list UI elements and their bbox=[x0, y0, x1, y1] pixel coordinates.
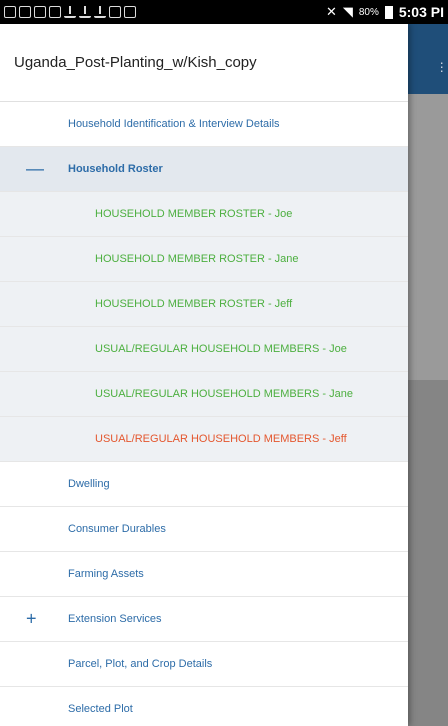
screen-mirror-icon bbox=[4, 6, 16, 18]
section-label: USUAL/REGULAR HOUSEHOLD MEMBERS - Joe bbox=[95, 343, 347, 355]
battery-icon bbox=[384, 5, 393, 19]
section-label: HOUSEHOLD MEMBER ROSTER - Jeff bbox=[95, 298, 293, 310]
wifi-call-icon bbox=[19, 6, 31, 18]
app-notification-icon bbox=[124, 6, 136, 18]
overflow-menu-icon[interactable]: · · · bbox=[439, 55, 444, 77]
section-label: HOUSEHOLD MEMBER ROSTER - Joe bbox=[95, 208, 293, 220]
download-icon bbox=[79, 6, 91, 18]
collapse-icon[interactable]: — bbox=[26, 159, 44, 180]
section-label: Farming Assets bbox=[68, 568, 144, 580]
section-label: Parcel, Plot, and Crop Details bbox=[68, 658, 213, 670]
content-panel bbox=[408, 380, 448, 726]
section-label: Consumer Durables bbox=[68, 523, 166, 535]
battery-percent: 80% bbox=[358, 6, 379, 18]
system-status: ✕ ◥ 80% 5:03 PI bbox=[326, 4, 444, 20]
section-item[interactable]: Selected Plot bbox=[0, 687, 408, 726]
section-item[interactable]: + Extension Services bbox=[0, 597, 408, 642]
section-item[interactable]: HOUSEHOLD MEMBER ROSTER - Jeff bbox=[0, 282, 408, 327]
clock: 5:03 PI bbox=[398, 4, 444, 20]
wifi-icon: ◥ bbox=[342, 4, 353, 19]
section-item[interactable]: USUAL/REGULAR HOUSEHOLD MEMBERS - Jane bbox=[0, 372, 408, 417]
section-label: Household Roster bbox=[68, 163, 163, 175]
section-list: Household Identification & Interview Det… bbox=[0, 102, 408, 726]
download-icon bbox=[64, 6, 76, 18]
download-icon bbox=[94, 6, 106, 18]
status-bar: ✕ ◥ 80% 5:03 PI bbox=[0, 0, 448, 24]
section-item[interactable]: Parcel, Plot, and Crop Details bbox=[0, 642, 408, 687]
mute-icon: ✕ bbox=[325, 4, 337, 19]
section-label: Household Identification & Interview Det… bbox=[68, 118, 280, 130]
section-label: USUAL/REGULAR HOUSEHOLD MEMBERS - Jane bbox=[95, 388, 353, 400]
drawer-header: Uganda_Post-Planting_w/Kish_copy bbox=[0, 24, 408, 102]
section-item[interactable]: USUAL/REGULAR HOUSEHOLD MEMBERS - Joe bbox=[0, 327, 408, 372]
section-label: Extension Services bbox=[68, 613, 162, 625]
survey-title: Uganda_Post-Planting_w/Kish_copy bbox=[14, 54, 257, 71]
mail-icon bbox=[49, 6, 61, 18]
notification-icons bbox=[4, 6, 136, 18]
section-item[interactable]: Household Identification & Interview Det… bbox=[0, 102, 408, 147]
section-label: USUAL/REGULAR HOUSEHOLD MEMBERS - Jeff bbox=[95, 433, 347, 445]
section-item[interactable]: USUAL/REGULAR HOUSEHOLD MEMBERS - Jeff bbox=[0, 417, 408, 462]
section-label: Dwelling bbox=[68, 478, 110, 490]
section-label: Selected Plot bbox=[68, 703, 133, 715]
section-item[interactable]: Dwelling bbox=[0, 462, 408, 507]
section-item[interactable]: Consumer Durables bbox=[0, 507, 408, 552]
section-item[interactable]: HOUSEHOLD MEMBER ROSTER - Joe bbox=[0, 192, 408, 237]
section-item[interactable]: Farming Assets bbox=[0, 552, 408, 597]
section-item[interactable]: — Household Roster bbox=[0, 147, 408, 192]
section-item[interactable]: HOUSEHOLD MEMBER ROSTER - Jane bbox=[0, 237, 408, 282]
app-notification-icon bbox=[109, 6, 121, 18]
expand-icon[interactable]: + bbox=[26, 609, 37, 630]
image-icon bbox=[34, 6, 46, 18]
navigation-drawer: Uganda_Post-Planting_w/Kish_copy Househo… bbox=[0, 24, 408, 726]
section-label: HOUSEHOLD MEMBER ROSTER - Jane bbox=[95, 253, 299, 265]
